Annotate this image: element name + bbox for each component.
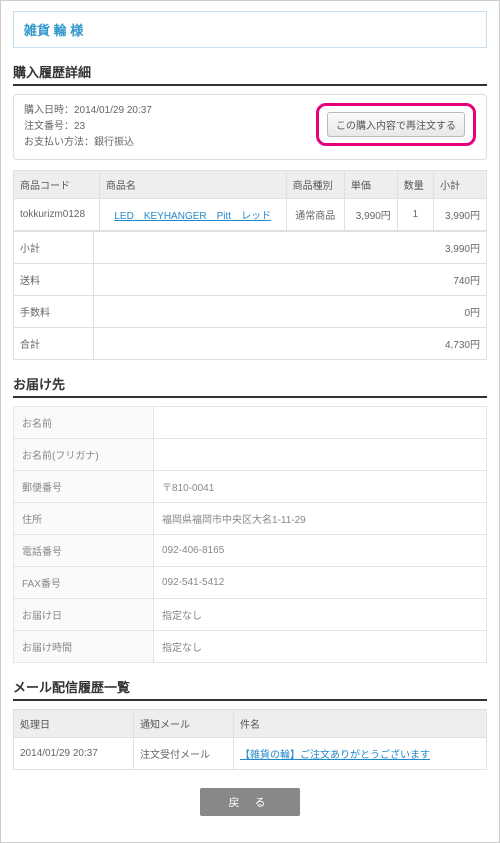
fee-label: 手数料 bbox=[14, 296, 94, 328]
meta-datetime-label: 購入日時： bbox=[24, 105, 74, 116]
mail-th-subject: 件名 bbox=[234, 710, 487, 738]
dl-kana-label: お名前(フリガナ) bbox=[14, 439, 154, 471]
dl-address-label: 住所 bbox=[14, 503, 154, 535]
dl-fax: 092-541-5412 bbox=[154, 567, 487, 599]
dl-date: 指定なし bbox=[154, 599, 487, 631]
totals-table: 小計3,990円 送料740円 手数料0円 合計4,730円 bbox=[13, 231, 487, 360]
meta-payment-label: お支払い方法： bbox=[24, 137, 94, 148]
meta-orderno-label: 注文番号： bbox=[24, 121, 74, 132]
dl-tel-label: 電話番号 bbox=[14, 535, 154, 567]
dl-tel: 092-406-8165 bbox=[154, 535, 487, 567]
dl-address: 福岡県福岡市中央区大名1-11-29 bbox=[154, 503, 487, 535]
delivery-table: お名前 お名前(フリガナ) 郵便番号〒810-0041 住所福岡県福岡市中央区大… bbox=[13, 406, 487, 663]
subtotal-value: 3,990円 bbox=[94, 232, 487, 264]
total-value: 4,730円 bbox=[94, 328, 487, 360]
section-history-title: 購入履歴詳細 bbox=[13, 62, 487, 86]
order-meta-card: 購入日時：2014/01/29 20:37 注文番号：23 お支払い方法：銀行振… bbox=[13, 94, 487, 160]
dl-date-label: お届け日 bbox=[14, 599, 154, 631]
shipping-label: 送料 bbox=[14, 264, 94, 296]
th-name: 商品名 bbox=[99, 171, 286, 199]
subtotal-label: 小計 bbox=[14, 232, 94, 264]
mail-th-date: 処理日 bbox=[14, 710, 134, 738]
order-history-page: 雑貨 輪 様 購入履歴詳細 購入日時：2014/01/29 20:37 注文番号… bbox=[0, 0, 500, 843]
th-code: 商品コード bbox=[14, 171, 100, 199]
dl-name-label: お名前 bbox=[14, 407, 154, 439]
dl-kana bbox=[154, 439, 487, 471]
products-table: 商品コード 商品名 商品種別 単価 数量 小計 tokkurizm0128 LE… bbox=[13, 170, 487, 231]
mail-type: 注文受付メール bbox=[134, 738, 234, 770]
dl-fax-label: FAX番号 bbox=[14, 567, 154, 599]
order-meta-lines: 購入日時：2014/01/29 20:37 注文番号：23 お支払い方法：銀行振… bbox=[24, 103, 152, 151]
cell-subtotal: 3,990円 bbox=[434, 199, 487, 231]
th-type: 商品種別 bbox=[286, 171, 344, 199]
total-label: 合計 bbox=[14, 328, 94, 360]
dl-time: 指定なし bbox=[154, 631, 487, 663]
meta-orderno: 23 bbox=[74, 121, 85, 132]
mail-table: 処理日 通知メール 件名 2014/01/29 20:37 注文受付メール 【雑… bbox=[13, 709, 487, 770]
reorder-highlight: この購入内容で再注文する bbox=[316, 103, 476, 146]
product-link[interactable]: LED KEYHANGER Pitt レッド bbox=[114, 211, 271, 222]
meta-datetime: 2014/01/29 20:37 bbox=[74, 105, 152, 116]
mail-subject-link[interactable]: 【雑貨の輪】ご注文ありがとうございます bbox=[240, 750, 430, 761]
cell-type: 通常商品 bbox=[286, 199, 344, 231]
mail-row: 2014/01/29 20:37 注文受付メール 【雑貨の輪】ご注文ありがとうご… bbox=[14, 738, 487, 770]
th-subtotal: 小計 bbox=[434, 171, 487, 199]
mail-th-type: 通知メール bbox=[134, 710, 234, 738]
shipping-value: 740円 bbox=[94, 264, 487, 296]
reorder-button[interactable]: この購入内容で再注文する bbox=[327, 112, 465, 137]
th-qty: 数量 bbox=[397, 171, 433, 199]
dl-zip-label: 郵便番号 bbox=[14, 471, 154, 503]
meta-payment: 銀行振込 bbox=[94, 137, 134, 148]
back-button[interactable]: 戻 る bbox=[200, 788, 299, 816]
cell-price: 3,990円 bbox=[344, 199, 397, 231]
th-price: 単価 bbox=[344, 171, 397, 199]
table-row: tokkurizm0128 LED KEYHANGER Pitt レッド 通常商… bbox=[14, 199, 487, 231]
cell-code: tokkurizm0128 bbox=[14, 199, 100, 231]
section-mail-title: メール配信履歴一覧 bbox=[13, 677, 487, 701]
dl-time-label: お届け時間 bbox=[14, 631, 154, 663]
section-delivery-title: お届け先 bbox=[13, 374, 487, 398]
mail-date: 2014/01/29 20:37 bbox=[14, 738, 134, 770]
cell-qty: 1 bbox=[397, 199, 433, 231]
fee-value: 0円 bbox=[94, 296, 487, 328]
dl-name bbox=[154, 407, 487, 439]
store-name: 雑貨 輪 様 bbox=[13, 11, 487, 48]
dl-zip: 〒810-0041 bbox=[154, 471, 487, 503]
